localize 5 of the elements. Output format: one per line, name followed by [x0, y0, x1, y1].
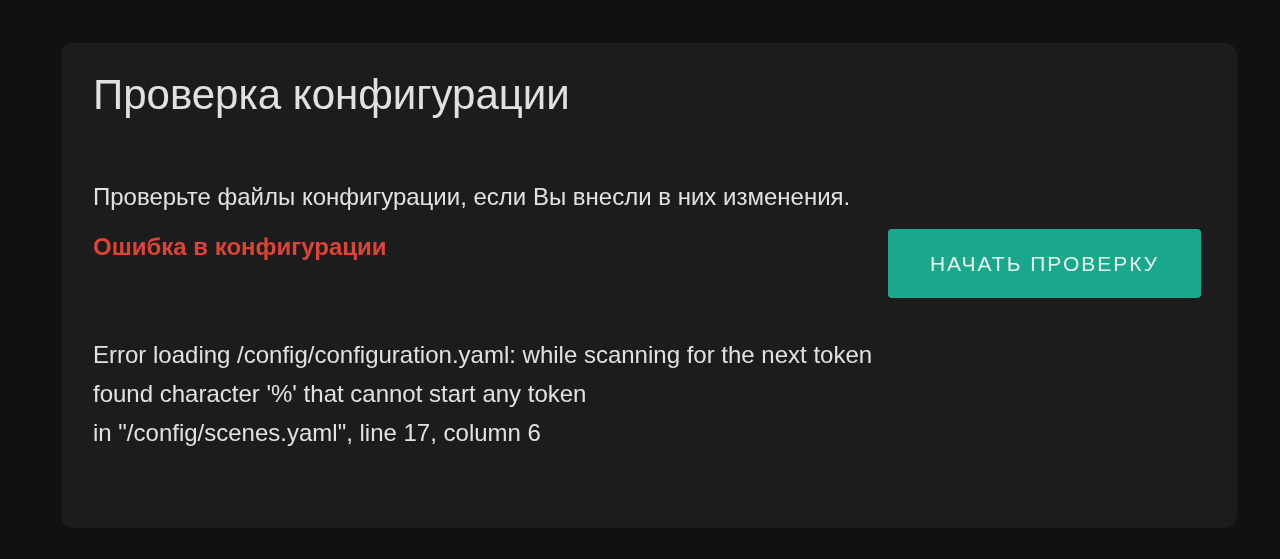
start-check-button[interactable]: НАЧАТЬ ПРОВЕРКУ [888, 229, 1201, 298]
description-text: Проверьте файлы конфигурации, если Вы внесли в них изменения. [93, 182, 852, 212]
result-text: Ошибка в конфигурации [93, 232, 387, 262]
card-title: Проверка конфигурации [93, 70, 571, 120]
error-message: Error loading /config/configuration.yaml: while scanning for the next token found character '%' that cannot start any token in "/config/scenes.yaml", line 17, column 6 [93, 340, 874, 448]
